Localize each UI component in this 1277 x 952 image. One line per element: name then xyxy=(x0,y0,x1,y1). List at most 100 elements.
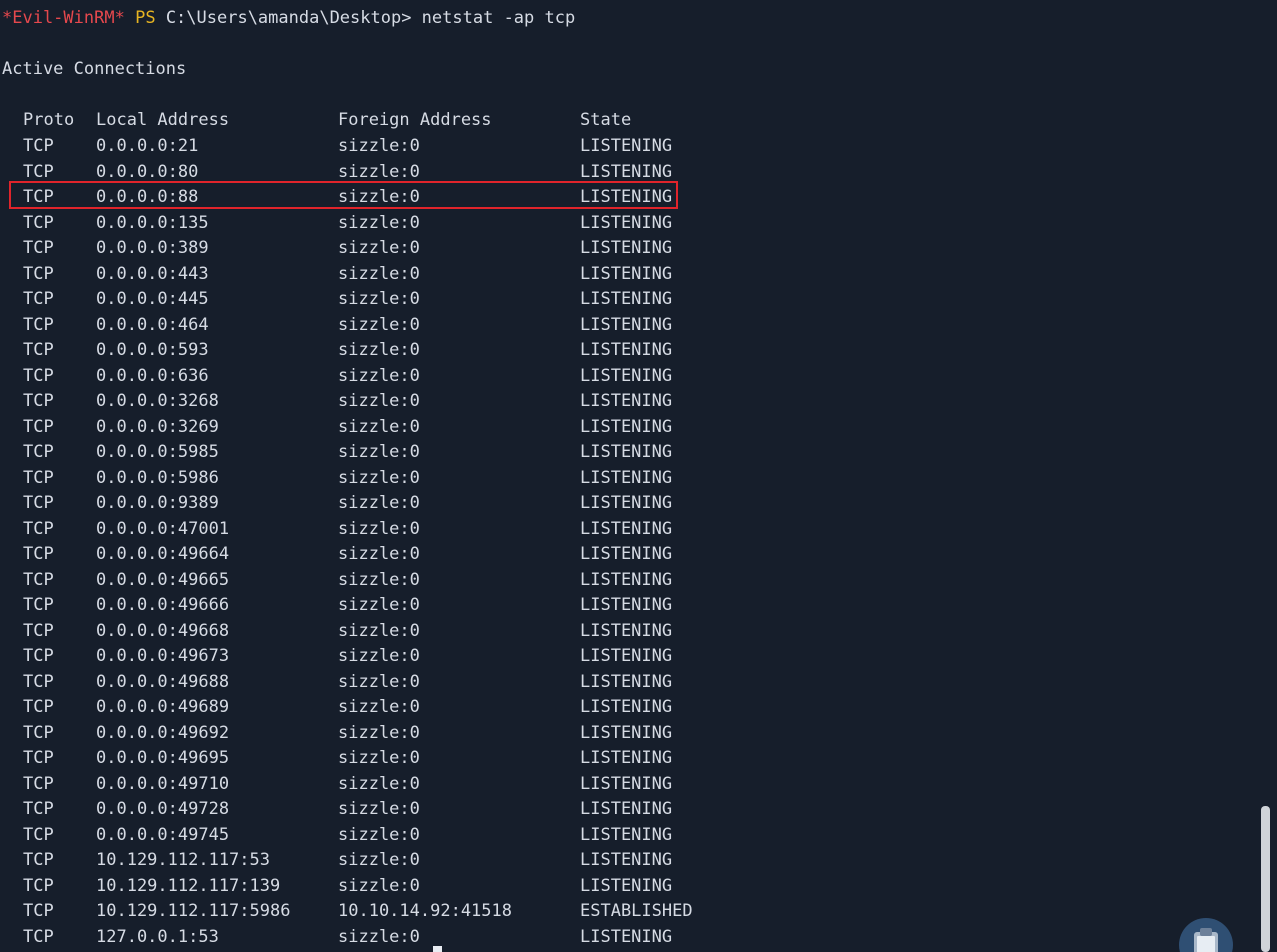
cell-local-address: 0.0.0.0:5985 xyxy=(96,442,219,462)
cell-local-address: 0.0.0.0:389 xyxy=(96,238,209,258)
cell-local-address: 0.0.0.0:47001 xyxy=(96,519,230,539)
cell-proto: TCP xyxy=(23,289,54,309)
cell-foreign-address: sizzle:0 xyxy=(338,162,420,182)
cell-local-address: 127.0.0.1:53 xyxy=(96,927,219,947)
cell-state: LISTENING xyxy=(580,646,673,666)
cell-state: LISTENING xyxy=(580,570,673,590)
cell-state: LISTENING xyxy=(580,697,673,717)
cell-local-address: 0.0.0.0:3268 xyxy=(96,391,219,411)
cell-proto: TCP xyxy=(23,366,54,386)
cell-local-address: 0.0.0.0:49673 xyxy=(96,646,230,666)
cell-proto: TCP xyxy=(23,468,54,488)
cell-state: LISTENING xyxy=(580,672,673,692)
cell-local-address: 0.0.0.0:593 xyxy=(96,340,209,360)
cell-proto: TCP xyxy=(23,850,54,870)
cell-foreign-address: sizzle:0 xyxy=(338,672,420,692)
cell-local-address: 0.0.0.0:3269 xyxy=(96,417,219,437)
ps-label: PS xyxy=(135,8,156,28)
cell-local-address: 0.0.0.0:49710 xyxy=(96,774,230,794)
table-row: TCP 0.0.0.0:49668 sizzle:0 LISTENING xyxy=(0,620,760,642)
cell-proto: TCP xyxy=(23,748,54,768)
cell-state: LISTENING xyxy=(580,289,673,309)
clipboard-button[interactable] xyxy=(1179,918,1233,952)
cell-foreign-address: sizzle:0 xyxy=(338,493,420,513)
cell-proto: TCP xyxy=(23,570,54,590)
table-row: TCP 0.0.0.0:49665 sizzle:0 LISTENING xyxy=(0,569,760,591)
header-local-address: Local Address xyxy=(96,110,230,130)
cell-state: LISTENING xyxy=(580,621,673,641)
cell-foreign-address: sizzle:0 xyxy=(338,366,420,386)
cell-proto: TCP xyxy=(23,493,54,513)
cell-state: LISTENING xyxy=(580,774,673,794)
table-row: TCP 0.0.0.0:3269 sizzle:0 LISTENING xyxy=(0,416,760,438)
cell-proto: TCP xyxy=(23,136,54,156)
header-proto: Proto xyxy=(23,110,75,130)
cell-foreign-address: sizzle:0 xyxy=(338,391,420,411)
cell-foreign-address: sizzle:0 xyxy=(338,213,420,233)
cell-state: LISTENING xyxy=(580,825,673,845)
cell-foreign-address: sizzle:0 xyxy=(338,799,420,819)
cell-local-address: 0.0.0.0:135 xyxy=(96,213,209,233)
cell-local-address: 0.0.0.0:5986 xyxy=(96,468,219,488)
cell-state: LISTENING xyxy=(580,595,673,615)
cell-proto: TCP xyxy=(23,799,54,819)
cell-proto: TCP xyxy=(23,876,54,896)
table-row: TCP 0.0.0.0:135 sizzle:0 LISTENING xyxy=(0,212,760,234)
cell-foreign-address: sizzle:0 xyxy=(338,876,420,896)
cell-foreign-address: sizzle:0 xyxy=(338,570,420,590)
cell-local-address: 0.0.0.0:636 xyxy=(96,366,209,386)
table-row: TCP 0.0.0.0:636 sizzle:0 LISTENING xyxy=(0,365,760,387)
cell-state: LISTENING xyxy=(580,876,673,896)
cell-foreign-address: sizzle:0 xyxy=(338,825,420,845)
cell-proto: TCP xyxy=(23,672,54,692)
cell-local-address: 0.0.0.0:445 xyxy=(96,289,209,309)
table-row: TCP 0.0.0.0:49673 sizzle:0 LISTENING xyxy=(0,645,760,667)
cell-foreign-address: sizzle:0 xyxy=(338,315,420,335)
table-row: TCP 0.0.0.0:47001 sizzle:0 LISTENING xyxy=(0,518,760,540)
cell-state: LISTENING xyxy=(580,366,673,386)
cell-state: LISTENING xyxy=(580,238,673,258)
cell-foreign-address: sizzle:0 xyxy=(338,774,420,794)
cell-local-address: 10.129.112.117:53 xyxy=(96,850,270,870)
cell-proto: TCP xyxy=(23,519,54,539)
table-row: TCP 0.0.0.0:593 sizzle:0 LISTENING xyxy=(0,339,760,361)
cell-state: LISTENING xyxy=(580,315,673,335)
cell-foreign-address: sizzle:0 xyxy=(338,442,420,462)
cell-foreign-address: sizzle:0 xyxy=(338,927,420,947)
cell-foreign-address: sizzle:0 xyxy=(338,595,420,615)
terminal-window[interactable]: *Evil-WinRM* PS C:\Users\amanda\Desktop>… xyxy=(0,0,1277,952)
scrollbar[interactable] xyxy=(1261,806,1270,952)
cell-state: LISTENING xyxy=(580,340,673,360)
cell-foreign-address: sizzle:0 xyxy=(338,723,420,743)
table-row: TCP 0.0.0.0:49688 sizzle:0 LISTENING xyxy=(0,671,760,693)
cell-state: LISTENING xyxy=(580,748,673,768)
table-row: TCP 0.0.0.0:49689 sizzle:0 LISTENING xyxy=(0,696,760,718)
cell-foreign-address: sizzle:0 xyxy=(338,646,420,666)
cell-local-address: 0.0.0.0:49689 xyxy=(96,697,230,717)
cell-foreign-address: sizzle:0 xyxy=(338,748,420,768)
cell-foreign-address: sizzle:0 xyxy=(338,136,420,156)
cell-foreign-address: sizzle:0 xyxy=(338,850,420,870)
table-row: TCP 0.0.0.0:21 sizzle:0 LISTENING xyxy=(0,135,760,157)
table-row: TCP 0.0.0.0:49710 sizzle:0 LISTENING xyxy=(0,773,760,795)
cell-local-address: 0.0.0.0:49665 xyxy=(96,570,230,590)
cell-local-address: 0.0.0.0:443 xyxy=(96,264,209,284)
cell-proto: TCP xyxy=(23,264,54,284)
header-state: State xyxy=(580,110,632,130)
cell-proto: TCP xyxy=(23,315,54,335)
table-row: TCP 0.0.0.0:443 sizzle:0 LISTENING xyxy=(0,263,760,285)
cell-local-address: 0.0.0.0:49688 xyxy=(96,672,230,692)
cell-proto: TCP xyxy=(23,927,54,947)
cell-state: LISTENING xyxy=(580,544,673,564)
cell-proto: TCP xyxy=(23,621,54,641)
cell-foreign-address: sizzle:0 xyxy=(338,544,420,564)
cell-proto: TCP xyxy=(23,238,54,258)
table-row: TCP 0.0.0.0:49664 sizzle:0 LISTENING xyxy=(0,543,760,565)
table-row: TCP 0.0.0.0:80 sizzle:0 LISTENING xyxy=(0,161,760,183)
cell-state: LISTENING xyxy=(580,799,673,819)
cell-state: LISTENING xyxy=(580,391,673,411)
cell-state: LISTENING xyxy=(580,723,673,743)
cell-local-address: 0.0.0.0:464 xyxy=(96,315,209,335)
table-row: TCP 0.0.0.0:464 sizzle:0 LISTENING xyxy=(0,314,760,336)
cell-local-address: 10.129.112.117:5986 xyxy=(96,901,291,921)
